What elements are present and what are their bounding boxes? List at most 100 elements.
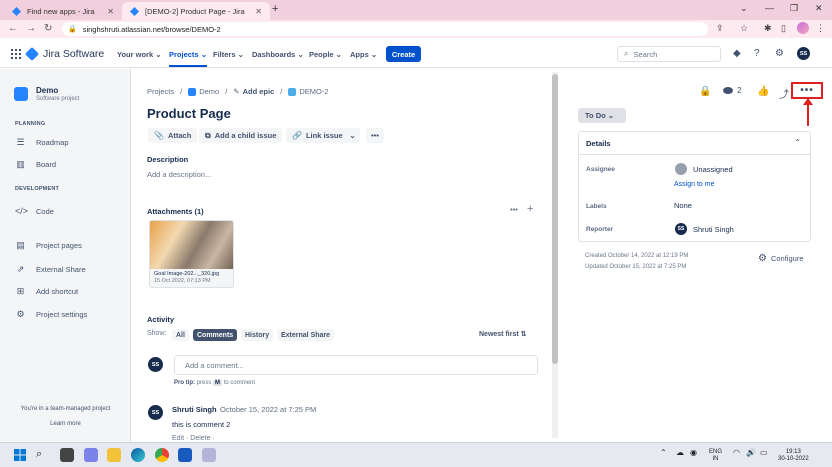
nav-your-work[interactable]: Your work ⌄ <box>117 50 162 59</box>
close-icon[interactable]: ✕ <box>107 7 114 16</box>
chevron-down-icon[interactable]: ⌄ <box>740 3 748 14</box>
battery-icon[interactable]: ▭ <box>760 449 768 457</box>
description-field[interactable]: Add a description... <box>147 170 211 179</box>
lock-icon[interactable]: 🔒 <box>699 86 711 97</box>
more-actions-button[interactable]: ••• <box>366 128 384 143</box>
sidebar-item-project-settings[interactable]: ⚙ Project settings <box>15 309 87 320</box>
url-field[interactable]: 🔒 singhshruti.atlassian.net/browse/DEMO-… <box>62 22 708 36</box>
pages-icon: ▤ <box>16 240 25 250</box>
nav-people[interactable]: People ⌄ <box>309 50 342 59</box>
sidebar-item-add-shortcut[interactable]: ⊞ Add shortcut <box>15 286 78 297</box>
link-issue-button[interactable]: 🔗 Link issue <box>286 128 349 143</box>
comment-author[interactable]: Shruti Singh <box>172 405 217 414</box>
forward-icon[interactable]: → <box>26 23 36 34</box>
close-icon[interactable]: ✕ <box>255 7 262 16</box>
collapse-icon[interactable]: ⌃ <box>794 138 801 147</box>
star-icon[interactable]: ☆ <box>740 23 748 34</box>
create-button[interactable]: Create <box>386 46 421 62</box>
back-icon[interactable]: ← <box>8 23 18 34</box>
close-window-icon[interactable]: ✕ <box>815 3 823 14</box>
minimize-icon[interactable]: — <box>765 3 774 13</box>
assign-to-me-link[interactable]: Assign to me <box>674 181 714 188</box>
main-scrollbar[interactable] <box>552 72 558 438</box>
new-tab-icon[interactable]: + <box>272 3 278 15</box>
extensions-icon[interactable]: ✱ <box>764 23 772 34</box>
notifications-icon[interactable]: ◆ <box>733 48 741 59</box>
windows-start-icon[interactable] <box>14 449 26 461</box>
browser-tab-find-apps[interactable]: Find new apps - Jira ✕ <box>4 2 122 20</box>
labels-value[interactable]: None <box>674 201 692 210</box>
more-options-button[interactable]: ••• <box>791 82 823 99</box>
snipping-tool-icon[interactable] <box>202 448 216 462</box>
issue-title[interactable]: Product Page <box>147 106 231 121</box>
assignee-value[interactable]: Unassigned <box>675 163 733 175</box>
weather-icon[interactable]: ☁ <box>676 449 684 457</box>
task-view-icon[interactable] <box>60 448 74 462</box>
project-header[interactable]: Demo Software project <box>14 86 79 102</box>
menu-kebab-icon[interactable]: ⋮ <box>816 23 825 34</box>
share-icon[interactable]: ⇪ <box>716 23 724 34</box>
attach-button[interactable]: 📎 Attach <box>148 128 198 143</box>
browser-tab-demo-2[interactable]: [DEMO-2] Product Page - Jira ✕ <box>122 2 270 20</box>
wifi-icon[interactable]: ◠ <box>733 449 740 457</box>
board-icon: ▥ <box>16 159 25 169</box>
activity-tab-history[interactable]: History <box>241 329 274 341</box>
file-explorer-icon[interactable] <box>107 448 121 462</box>
sidebar-item-project-pages[interactable]: ▤ Project pages <box>15 240 82 251</box>
clock[interactable]: 19:13 30-10-2022 <box>778 449 809 463</box>
status-dropdown[interactable]: To Do ⌄ <box>578 108 626 123</box>
breadcrumb-projects[interactable]: Projects <box>147 87 174 96</box>
learn-more-link[interactable]: Learn more <box>0 421 131 427</box>
security-icon[interactable]: ◉ <box>690 449 697 457</box>
app-switcher-icon[interactable] <box>11 49 21 59</box>
attachments-more-icon[interactable]: ••• <box>510 205 518 214</box>
add-attachment-icon[interactable]: + <box>527 203 533 215</box>
activity-tab-all[interactable]: All <box>172 329 189 341</box>
assignee-label: Assignee <box>586 166 615 173</box>
browser-profile-avatar[interactable] <box>797 22 809 34</box>
attachment-thumbnail[interactable]: Goal Image-202..._320.jpg 15 Oct 2022, 0… <box>149 220 234 288</box>
watch-button[interactable]: 2 <box>723 86 741 95</box>
search-icon[interactable]: ⌕ <box>36 448 50 462</box>
thumbs-up-icon[interactable]: 👍 <box>757 86 769 97</box>
sidepanel-icon[interactable]: ▯ <box>781 23 786 34</box>
sidebar-item-code[interactable]: </> Code <box>15 206 54 216</box>
link-issue-dropdown[interactable]: ⌄ <box>345 128 360 143</box>
volume-icon[interactable]: 🔊 <box>746 449 756 457</box>
settings-icon[interactable]: ⚙ <box>775 48 784 59</box>
breadcrumb-issue-key[interactable]: DEMO-2 <box>299 87 328 96</box>
breadcrumb-add-epic[interactable]: Add epic <box>243 87 275 96</box>
reload-icon[interactable]: ↻ <box>44 23 52 34</box>
gear-icon: ⚙ <box>16 309 25 319</box>
help-icon[interactable]: ? <box>754 48 760 59</box>
nav-filters[interactable]: Filters ⌄ <box>213 50 244 59</box>
maximize-icon[interactable]: ❐ <box>790 3 798 14</box>
word-icon[interactable] <box>178 448 192 462</box>
nav-projects[interactable]: Projects ⌄ <box>169 50 207 67</box>
sidebar-item-board[interactable]: ▥ Board <box>15 159 56 170</box>
chat-icon[interactable] <box>84 448 98 462</box>
sort-order-button[interactable]: Newest first ⇅ <box>479 330 527 338</box>
user-avatar[interactable]: SS <box>797 47 810 60</box>
nav-apps[interactable]: Apps ⌄ <box>350 50 377 59</box>
jira-logo[interactable]: Jira Software <box>24 46 104 62</box>
sidebar-item-roadmap[interactable]: ☰ Roadmap <box>15 137 68 148</box>
share-icon[interactable]: ⤴ <box>779 86 789 101</box>
activity-tab-comments[interactable]: Comments <box>193 329 238 341</box>
breadcrumb-demo[interactable]: Demo <box>199 87 219 96</box>
comment-input[interactable]: Add a comment... <box>174 355 538 375</box>
edge-icon[interactable] <box>131 448 145 462</box>
chevron-up-icon[interactable]: ⌃ <box>660 449 667 457</box>
activity-tab-external-share[interactable]: External Share <box>277 329 335 341</box>
reporter-value[interactable]: SS Shruti Singh <box>675 223 734 235</box>
eye-icon <box>723 87 733 94</box>
sidebar-item-external-share[interactable]: ⇗ External Share <box>15 264 86 275</box>
search-input[interactable]: ⌕ Search <box>617 46 721 62</box>
language-indicator[interactable]: ENG IN <box>709 449 722 463</box>
nav-dashboards[interactable]: Dashboards ⌄ <box>252 50 304 59</box>
add-child-issue-button[interactable]: ⧉ Add a child issue <box>199 128 283 143</box>
configure-button[interactable]: ⚙ Configure <box>758 253 804 264</box>
chrome-icon[interactable] <box>155 448 169 462</box>
task-icon <box>288 87 297 96</box>
comment-actions[interactable]: Edit · Delete · <box>172 435 215 442</box>
